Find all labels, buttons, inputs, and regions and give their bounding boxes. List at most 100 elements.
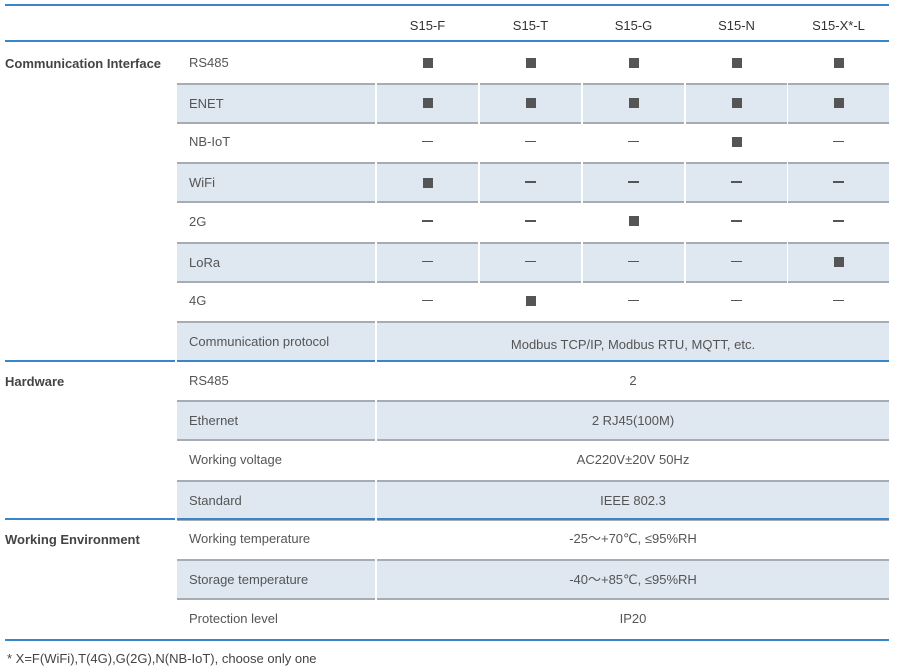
merged-value: AC220V±20V 50Hz <box>576 452 690 467</box>
table-row: Hardware RS485 2 <box>0 362 900 401</box>
value-cell <box>788 82 889 124</box>
dash-icon <box>525 140 536 143</box>
table-row: ENET <box>0 82 900 124</box>
row-label: Working temperature <box>189 531 311 547</box>
merged-value: -40～+85℃, ≤95%RH <box>377 559 889 601</box>
value-cell <box>788 241 889 283</box>
group-label: Working Environment <box>5 532 140 548</box>
dash-icon <box>833 299 844 301</box>
dash-icon <box>422 140 433 143</box>
column-header-s15-t: S15-T <box>512 18 549 33</box>
row-label: RS485 <box>189 55 229 70</box>
merged-value: 2 RJ45(100M) <box>377 400 889 442</box>
value-cell <box>377 282 478 319</box>
filled-square-icon <box>525 57 536 68</box>
row-label: LoRa <box>177 241 375 283</box>
row-label: Standard <box>177 479 375 521</box>
header-top-rule <box>5 4 889 6</box>
dash-icon <box>525 260 536 263</box>
merged-value: IEEE 802.3 <box>377 479 889 521</box>
value-cell <box>583 82 684 124</box>
value-cell <box>788 123 889 160</box>
table-row: Communication protocol Modbus TCP/IP, Mod… <box>0 320 900 362</box>
value-cell <box>480 203 581 240</box>
table-row: Ethernet 2 RJ45(100M) <box>0 400 900 442</box>
row-label: NB-IoT <box>189 134 231 150</box>
value-cell <box>583 162 684 204</box>
table-row: 2G <box>0 203 900 242</box>
header-bottom-rule <box>5 40 889 42</box>
dash-icon <box>731 181 742 183</box>
row-label: 4G <box>189 293 207 309</box>
value-cell <box>788 203 889 240</box>
table-row: WiFi <box>0 162 900 204</box>
value-cell <box>686 282 787 319</box>
value-cell <box>583 241 684 283</box>
filled-square-icon <box>525 98 536 109</box>
dash-icon <box>833 181 844 183</box>
filled-square-icon <box>833 257 844 268</box>
value-cell <box>788 162 889 204</box>
filled-square-icon <box>422 177 433 188</box>
row-label: 2G <box>189 213 207 229</box>
value-cell <box>583 282 684 319</box>
dash-icon <box>422 220 433 222</box>
filled-square-icon <box>731 57 742 68</box>
table-row: LoRa <box>0 241 900 283</box>
table-row: Working voltage AC220V±20V 50Hz <box>0 441 900 480</box>
column-header-s15-g: S15-G <box>614 18 653 33</box>
dash-icon <box>731 260 742 263</box>
merged-value: 2 <box>629 372 637 388</box>
table-bottom-rule <box>5 638 889 641</box>
value-cell <box>686 82 787 124</box>
column-header-s15-f: S15-F <box>409 18 446 33</box>
table-row: Working Environment Working temperature -2… <box>0 520 900 559</box>
dash-icon <box>628 181 639 183</box>
column-header-s15-x-l: S15-X*-L <box>812 18 865 33</box>
value-cell <box>686 123 787 160</box>
value-cell <box>377 203 478 240</box>
value-cell <box>788 44 889 81</box>
value-cell <box>583 44 684 81</box>
dash-icon <box>628 260 639 263</box>
dash-icon <box>628 299 639 301</box>
value-cell <box>377 123 478 160</box>
column-header-s15-n: S15-N <box>718 18 755 33</box>
row-label: Working voltage <box>189 452 282 467</box>
filled-square-icon <box>422 98 433 109</box>
value-cell <box>686 203 787 240</box>
value-cell <box>480 123 581 160</box>
dash-icon <box>628 140 639 143</box>
filled-square-icon <box>731 98 742 109</box>
table-row: 4G <box>0 282 900 321</box>
table-row: Storage temperature -40～+85℃, ≤95%RH <box>0 559 900 601</box>
row-label: Protection level <box>189 610 278 626</box>
value-cell <box>686 162 787 204</box>
dash-icon <box>731 220 742 222</box>
value-cell <box>480 162 581 204</box>
merged-value: -25～+70℃, ≤95%RH <box>569 531 697 547</box>
filled-square-icon <box>628 57 639 68</box>
dash-icon <box>422 299 433 301</box>
value-cell <box>480 282 581 319</box>
dash-icon <box>422 260 433 263</box>
table-row: Communication Interface RS485 <box>0 44 900 83</box>
table-row: Protection level IP20 <box>0 600 900 639</box>
spec-table: S15-F S15-T S15-G S15-N S15-X*-L Communicati… <box>0 0 900 670</box>
filled-square-icon <box>628 98 639 109</box>
value-cell <box>480 82 581 124</box>
value-cell <box>583 123 684 160</box>
dash-icon <box>833 220 844 222</box>
table-row: NB-IoT <box>0 123 900 162</box>
row-label: Communication protocol <box>177 320 375 362</box>
value-cell <box>377 241 478 283</box>
value-cell <box>377 162 478 204</box>
row-label: Ethernet <box>177 400 375 442</box>
dash-icon <box>731 299 742 301</box>
footnote: * X=F(WiFi),T(4G),G(2G),N(NB-IoT), choos… <box>7 651 317 666</box>
value-cell <box>377 44 478 81</box>
filled-square-icon <box>833 98 844 109</box>
value-cell <box>686 44 787 81</box>
value-cell <box>788 282 889 319</box>
dash-icon <box>525 220 536 222</box>
